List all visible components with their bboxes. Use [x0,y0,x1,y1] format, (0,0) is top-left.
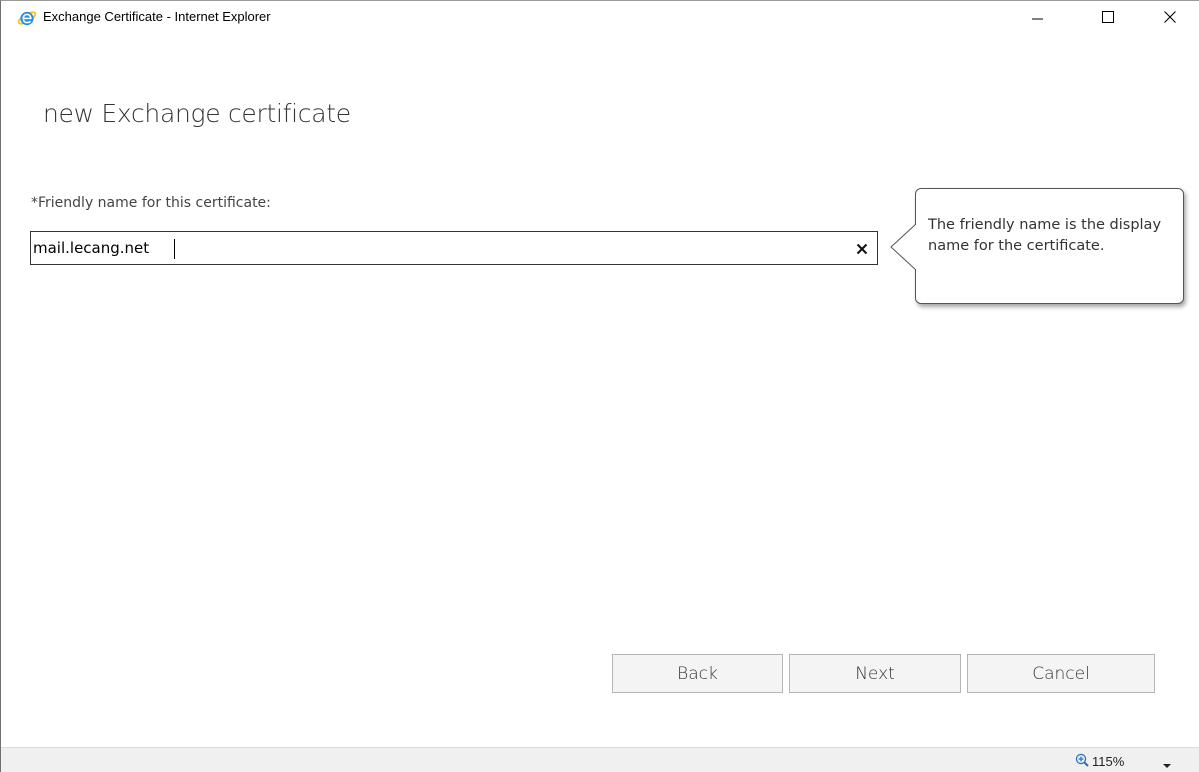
next-button[interactable]: Next [789,654,961,693]
back-button[interactable]: Back [612,654,783,693]
close-button[interactable] [1147,1,1193,33]
zoom-level: 115% [1092,753,1125,769]
minimize-button[interactable] [1015,1,1061,33]
maximize-icon [1102,8,1114,27]
window-title: Exchange Certificate - Internet Explorer [43,9,271,24]
status-bar: 115% [1,747,1199,772]
maximize-button[interactable] [1085,1,1131,33]
chevron-down-icon[interactable] [1161,756,1173,768]
text-caret [174,239,175,259]
zoom-icon [1075,752,1089,771]
friendly-name-input[interactable] [33,232,843,264]
cancel-button[interactable]: Cancel [967,654,1155,693]
help-callout: The friendly name is the display name fo… [915,188,1184,304]
page-title: new Exchange certificate [43,99,351,128]
internet-explorer-icon [17,8,37,28]
title-bar[interactable]: Exchange Certificate - Internet Explorer [1,1,1199,33]
friendly-name-field[interactable] [30,231,878,265]
callout-pointer [890,223,917,271]
browser-window: Exchange Certificate - Internet Explorer… [0,0,1199,772]
clear-icon[interactable] [855,241,869,255]
friendly-name-label: *Friendly name for this certificate: [31,195,271,211]
help-callout-text: The friendly name is the display name fo… [928,217,1162,254]
zoom-control[interactable]: 115% [1075,752,1124,770]
minimize-icon [1032,8,1044,27]
close-icon [1164,8,1176,27]
